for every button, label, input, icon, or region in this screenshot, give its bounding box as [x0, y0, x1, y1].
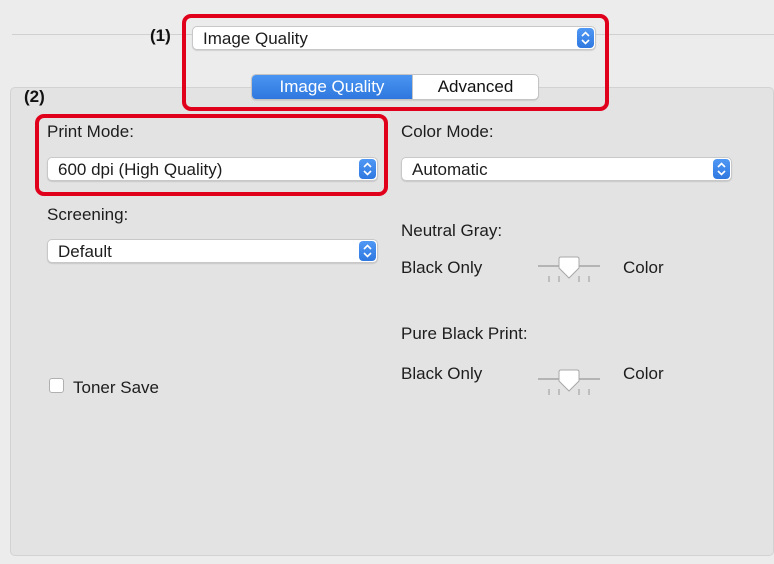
chevron-updown-icon	[359, 241, 376, 261]
pure-black-print-min-label: Black Only	[401, 364, 483, 383]
screening-popup[interactable]: Default	[47, 239, 378, 263]
pure-black-print-max-label: Color	[623, 364, 664, 383]
neutral-gray-min-label: Black Only	[401, 258, 483, 277]
callout-2-label: (2)	[24, 87, 45, 106]
screening-label: Screening:	[47, 205, 129, 224]
slider-thumb[interactable]	[558, 256, 580, 279]
neutral-gray-slider[interactable]	[536, 254, 602, 284]
pure-black-print-label: Pure Black Print:	[401, 324, 528, 343]
toner-save-checkbox[interactable]	[49, 378, 64, 393]
slider-thumb[interactable]	[558, 369, 580, 392]
chevron-updown-icon	[359, 159, 376, 179]
callout-1-highlight	[182, 14, 609, 111]
callout-1-label: (1)	[150, 26, 171, 45]
screening-value: Default	[58, 242, 112, 261]
print-mode-value: 600 dpi (High Quality)	[58, 160, 223, 179]
toner-save-label: Toner Save	[73, 378, 159, 397]
print-mode-label: Print Mode:	[47, 122, 134, 141]
chevron-updown-icon	[713, 159, 730, 179]
print-mode-popup[interactable]: 600 dpi (High Quality)	[47, 157, 378, 181]
color-mode-value: Automatic	[412, 160, 488, 179]
color-mode-label: Color Mode:	[401, 122, 494, 141]
neutral-gray-max-label: Color	[623, 258, 664, 277]
color-mode-popup[interactable]: Automatic	[401, 157, 732, 181]
neutral-gray-label: Neutral Gray:	[401, 221, 503, 240]
pure-black-print-slider[interactable]	[536, 367, 602, 397]
